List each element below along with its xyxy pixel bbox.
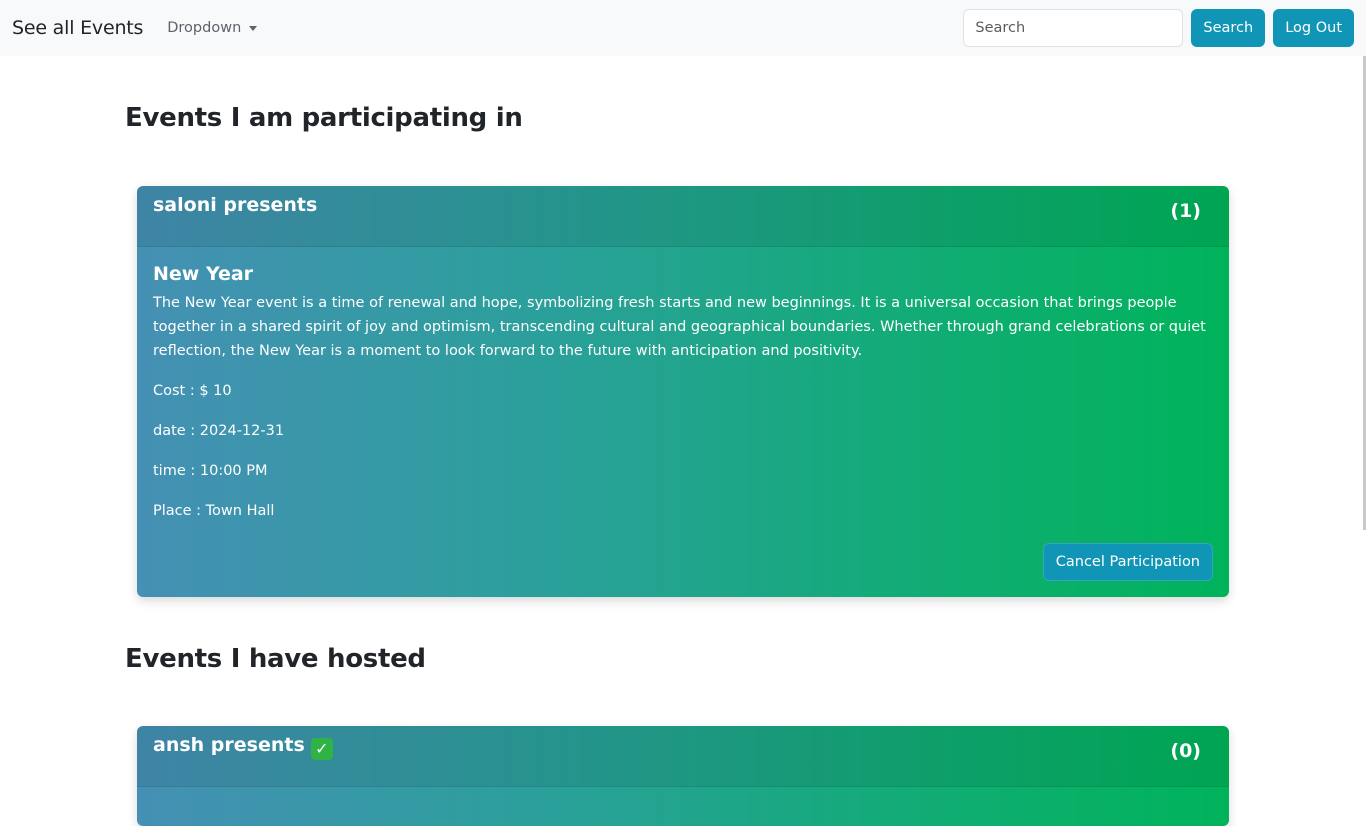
event-card-header: saloni presents (1) [137,186,1229,247]
check-mark-icon: ✓ [310,738,333,760]
hosted-card-header: ansh presents ✓ (0) [137,726,1229,787]
event-description: The New Year event is a time of renewal … [153,295,1206,359]
event-time: time : 10:00 PM [153,463,268,479]
event-date: date : 2024-12-31 [153,423,285,439]
cancel-participation-button[interactable]: Cancel Participation [1042,543,1213,581]
event-card-body: New Year The New Year event is a time of… [137,247,1229,581]
hosted-event-card: ansh presents ✓ (0) [137,726,1229,826]
search-input[interactable] [963,9,1184,47]
hosted-participant-count: (0) [1170,740,1201,762]
caret-down-icon [249,26,258,31]
event-host: saloni presents [153,194,318,216]
event-place: Place : Town Hall [153,503,275,519]
participating-section-title: Events I am participating in [125,103,523,133]
navbar: See all Events Dropdown Search Log Out [0,0,1366,56]
participant-count: (1) [1170,200,1201,222]
participating-event-card: saloni presents (1) New Year The New Yea… [137,186,1229,597]
hosted-host-label: ansh presents [153,734,305,756]
nav-right-group: Search Log Out [963,9,1354,47]
dropdown-label: Dropdown [167,20,242,36]
dropdown-toggle[interactable]: Dropdown [167,20,258,36]
brand-link[interactable]: See all Events [12,17,143,39]
event-cost: Cost : $ 10 [153,383,232,399]
event-title: New Year [153,263,254,285]
hosted-section-title: Events I have hosted [125,644,426,674]
logout-button[interactable]: Log Out [1273,9,1354,47]
hosted-event-host: ansh presents ✓ [153,734,333,760]
search-button[interactable]: Search [1191,9,1266,47]
